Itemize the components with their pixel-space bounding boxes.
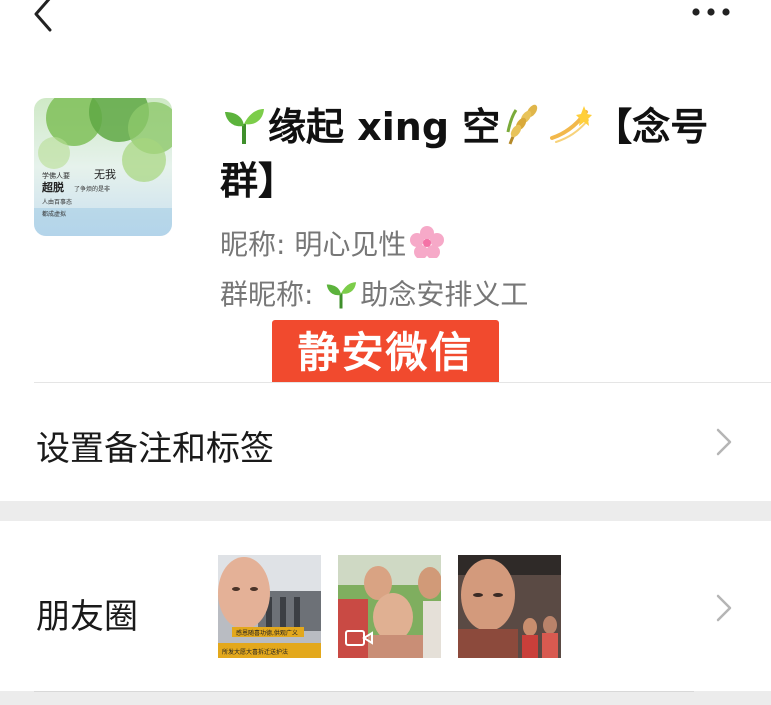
name-part-1: 缘起 xing 空 bbox=[268, 105, 501, 149]
section-gap bbox=[0, 691, 771, 705]
cherry-blossom-icon bbox=[410, 226, 445, 258]
group-nickname-row: 群昵称: 助念安排义工 bbox=[220, 278, 528, 312]
watermark-badge: 静安微信 bbox=[272, 320, 499, 386]
moments-thumbnail bbox=[458, 555, 561, 658]
avatar-text-1: 学佛人要 bbox=[42, 171, 70, 180]
more-horizontal-icon[interactable] bbox=[691, 4, 731, 20]
avatar-text-6: 都成虚拟 bbox=[42, 210, 66, 218]
name-part-3: 群】 bbox=[220, 159, 297, 203]
moments-thumbnail bbox=[338, 555, 441, 658]
chevron-left-icon[interactable] bbox=[30, 0, 60, 32]
group-nickname-label: 群昵称: bbox=[220, 278, 314, 311]
section-gap bbox=[0, 501, 771, 521]
avatar-text-3: 无我 bbox=[94, 168, 116, 181]
avatar-text-2: 超脱 bbox=[41, 180, 64, 194]
thumb-caption-bottom: 所发大愿大喜拆迁送护法 bbox=[222, 648, 288, 656]
set-remark-label: 设置备注和标签 bbox=[36, 429, 274, 469]
avatar-text-4: 了争烦的是非 bbox=[74, 185, 110, 193]
contact-name: 缘起 xing 空 【念号 群】 bbox=[220, 100, 750, 208]
navigation-bar bbox=[0, 0, 771, 40]
rice-ear-icon bbox=[506, 104, 538, 145]
set-remark-and-tags-row[interactable]: 设置备注和标签 bbox=[0, 383, 771, 501]
moments-row[interactable]: 朋友圈 感恩随喜功德,供观广义 所发大愿大喜拆迁送护法 bbox=[0, 521, 771, 691]
chevron-right-icon bbox=[716, 594, 732, 622]
seedling-icon bbox=[327, 282, 357, 309]
divider bbox=[34, 691, 694, 692]
nickname-row: 昵称: 明心见性 bbox=[220, 226, 445, 262]
nickname-value: 明心见性 bbox=[294, 228, 407, 261]
seedling-icon bbox=[225, 109, 264, 144]
group-nickname-value: 助念安排义工 bbox=[360, 278, 529, 311]
avatar-image: 学佛人要 超脱 无我 了争烦的是非 人由百事态 都成虚拟 bbox=[34, 98, 172, 236]
moments-label: 朋友圈 bbox=[36, 597, 138, 637]
dizzy-star-icon bbox=[550, 106, 593, 143]
profile-header: 学佛人要 超脱 无我 了争烦的是非 人由百事态 都成虚拟 缘起 xing 空 【… bbox=[0, 80, 771, 386]
avatar[interactable]: 学佛人要 超脱 无我 了争烦的是非 人由百事态 都成虚拟 bbox=[34, 98, 172, 236]
nickname-label: 昵称: bbox=[220, 228, 286, 261]
thumb-caption-top: 感恩随喜功德,供观广义 bbox=[236, 629, 298, 637]
name-part-2: 【念号 bbox=[594, 105, 709, 149]
moments-thumbnail: 感恩随喜功德,供观广义 所发大愿大喜拆迁送护法 bbox=[218, 555, 321, 658]
chevron-right-icon bbox=[716, 428, 732, 456]
avatar-text-5: 人由百事态 bbox=[42, 198, 72, 206]
